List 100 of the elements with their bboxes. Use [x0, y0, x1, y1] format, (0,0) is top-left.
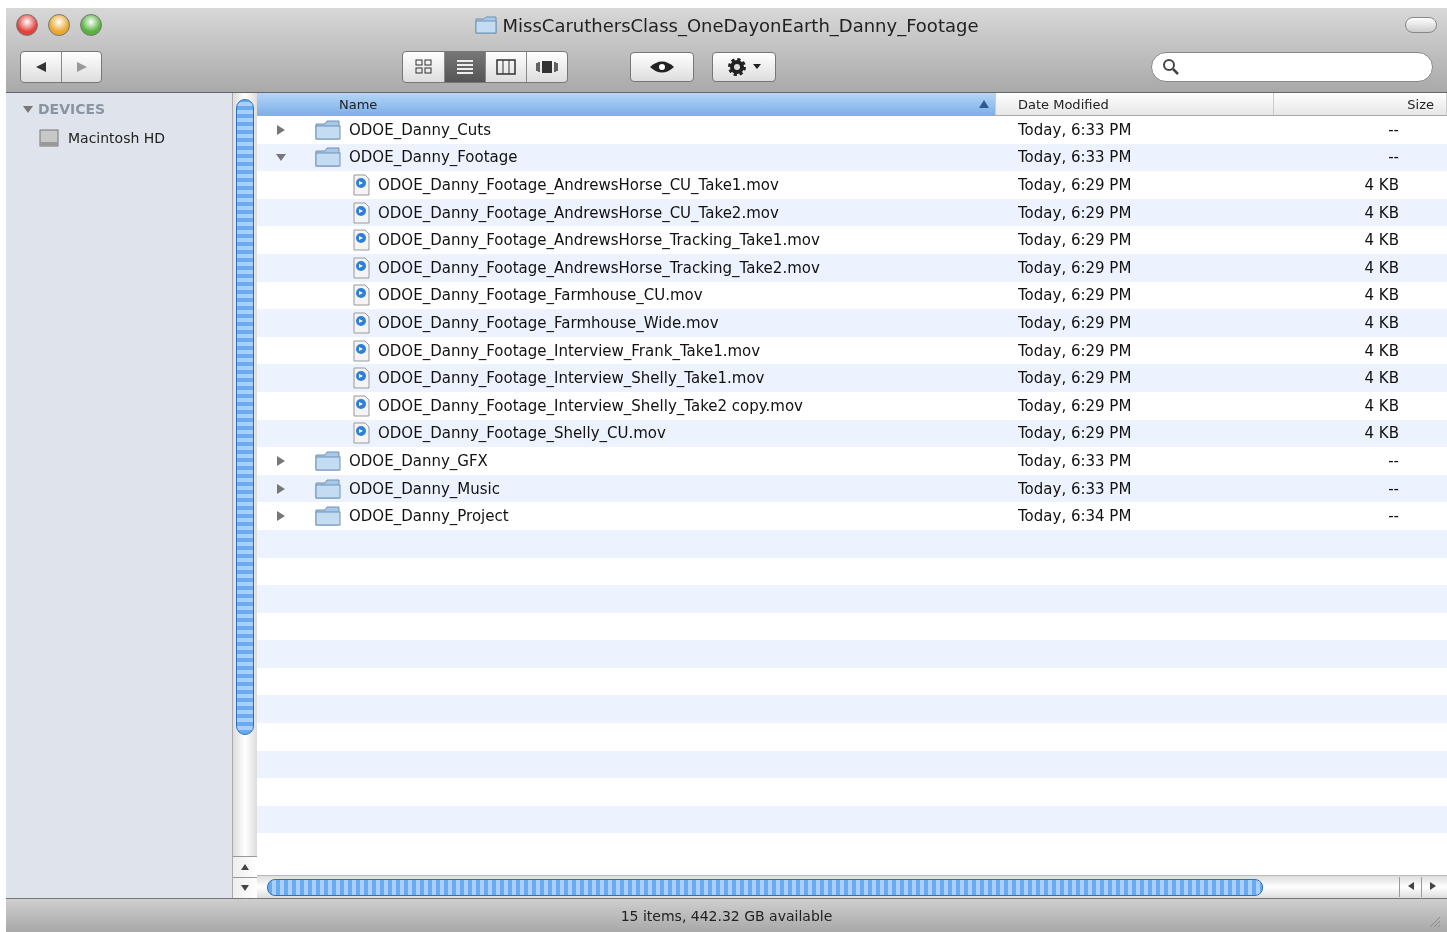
- scroll-thumb[interactable]: [236, 99, 254, 735]
- resize-grip-icon: [1429, 916, 1441, 928]
- size-cell-text: 4 KB: [1363, 230, 1400, 252]
- size-cell-text: 4 KB: [1363, 423, 1400, 445]
- size-cell-text: --: [1387, 119, 1400, 141]
- hard-drive-icon: [38, 127, 60, 149]
- columns-view-icon: [496, 59, 516, 75]
- window-title: MissCaruthersClass_OneDayonEarth_Danny_Footage: [502, 14, 979, 36]
- date-modified-cell-text: Today, 6:29 PM: [1017, 340, 1133, 362]
- date-modified-cell-text: Today, 6:29 PM: [1017, 230, 1133, 252]
- movie-file-icon: [353, 394, 370, 417]
- date-modified-cell-text: Today, 6:29 PM: [1017, 423, 1133, 445]
- zoom-button[interactable]: [80, 14, 102, 36]
- status-text: 15 items, 442.32 GB available: [620, 907, 833, 924]
- vertical-scrollbar[interactable]: [232, 93, 257, 898]
- cover-flow-icon: [536, 59, 558, 75]
- movie-file-icon: [353, 284, 370, 307]
- column-header[interactable]: Size: [1274, 93, 1447, 115]
- movie-file-icon: [353, 339, 370, 362]
- file-name: ODOE_Danny_Project: [349, 507, 509, 526]
- date-modified-cell-text: Today, 6:34 PM: [1017, 506, 1133, 528]
- disclosure-triangle[interactable]: [275, 482, 287, 495]
- minimize-button[interactable]: [48, 14, 70, 36]
- date-modified-cell-text: Today, 6:29 PM: [1017, 395, 1133, 417]
- folder-icon: [315, 450, 341, 471]
- action-menu-button[interactable]: [712, 52, 776, 82]
- date-modified-cell-text: Today, 6:29 PM: [1017, 202, 1133, 224]
- column-header[interactable]: Date Modified: [996, 93, 1274, 115]
- date-modified-cell-text: Today, 6:33 PM: [1017, 147, 1133, 169]
- search-field[interactable]: [1151, 52, 1433, 82]
- date-modified-cell-text: Today, 6:33 PM: [1017, 478, 1133, 500]
- file-name: ODOE_Danny_Footage_Shelly_CU.mov: [378, 424, 666, 443]
- movie-file-icon: [353, 256, 370, 279]
- folder-icon: [474, 16, 497, 34]
- file-name: ODOE_Danny_Footage_Interview_Shelly_Take2 copy.mov: [378, 396, 803, 415]
- size-cell-text: --: [1387, 478, 1400, 500]
- column-header[interactable]: Name: [257, 93, 996, 115]
- view-mode-button[interactable]: [444, 52, 485, 82]
- file-name: ODOE_Danny_Footage_Farmhouse_CU.mov: [378, 286, 703, 305]
- file-name: ODOE_Danny_Footage_AndrewsHorse_Tracking_Take1.mov: [378, 231, 820, 250]
- icon-view-icon: [414, 59, 433, 75]
- file-name: ODOE_Danny_Footage_AndrewsHorse_CU_Take1.mov: [378, 176, 779, 194]
- sort-arrow-icon: [979, 100, 989, 108]
- sidebar-item[interactable]: Macintosh HD: [68, 130, 166, 146]
- size-cell-text: 4 KB: [1363, 340, 1400, 362]
- size-cell-text: 4 KB: [1363, 395, 1400, 417]
- down-arrow-icon: [241, 885, 249, 891]
- eye-icon: [649, 60, 675, 74]
- close-button[interactable]: [16, 14, 38, 36]
- size-cell-text: --: [1387, 506, 1400, 528]
- size-cell-text: 4 KB: [1363, 368, 1400, 390]
- date-modified-cell-text: Today, 6:33 PM: [1017, 450, 1133, 472]
- folder-icon: [315, 119, 341, 140]
- caret-icon: [752, 63, 762, 71]
- folder-icon: [315, 506, 341, 527]
- sidebar-section-heading: DEVICES: [38, 101, 106, 117]
- disclosure-triangle[interactable]: [22, 103, 34, 115]
- date-modified-cell-text: Today, 6:29 PM: [1017, 312, 1133, 334]
- disclosure-triangle[interactable]: [275, 510, 287, 523]
- file-name: ODOE_Danny_Footage_Interview_Frank_Take1.mov: [378, 341, 761, 360]
- file-name: ODOE_Danny_Footage_Farmhouse_Wide.mov: [378, 313, 719, 332]
- scroll-thumb[interactable]: [267, 878, 1263, 896]
- up-arrow-icon: [241, 864, 249, 870]
- file-name: ODOE_Danny_Footage_Interview_Shelly_Take1.mov: [378, 369, 765, 388]
- file-name: ODOE_Danny_Cuts: [349, 120, 491, 139]
- movie-file-icon: [353, 174, 370, 196]
- file-name: ODOE_Danny_Footage_AndrewsHorse_CU_Take2.mov: [378, 203, 779, 222]
- size-cell-text: 4 KB: [1363, 312, 1400, 334]
- size-cell-text: --: [1387, 147, 1400, 169]
- horizontal-scrollbar[interactable]: [257, 875, 1447, 898]
- disclosure-triangle[interactable]: [275, 123, 287, 136]
- folder-icon: [315, 147, 341, 168]
- movie-file-icon: [353, 422, 370, 445]
- size-cell-text: 4 KB: [1363, 175, 1400, 196]
- toolbar-toggle-button[interactable]: [1405, 17, 1437, 33]
- right-arrow-icon: [1429, 882, 1436, 890]
- folder-icon: [315, 478, 341, 499]
- file-name: ODOE_Danny_Music: [349, 479, 500, 498]
- size-cell-text: --: [1387, 450, 1400, 472]
- file-name: ODOE_Danny_Footage: [349, 148, 518, 167]
- disclosure-triangle[interactable]: [275, 454, 287, 467]
- forward-icon: [75, 61, 88, 73]
- search-icon: [1162, 58, 1180, 76]
- date-modified-cell-text: Today, 6:29 PM: [1017, 285, 1133, 307]
- date-modified-cell-text: Today, 6:29 PM: [1017, 257, 1133, 279]
- gear-icon: [726, 56, 748, 78]
- scroll-up-button[interactable]: [233, 856, 257, 877]
- size-cell-text: 4 KB: [1363, 202, 1400, 224]
- date-modified-cell-text: Today, 6:29 PM: [1017, 368, 1133, 390]
- view-mode-control[interactable]: [402, 51, 568, 83]
- date-modified-cell-text: Today, 6:33 PM: [1017, 119, 1133, 141]
- left-arrow-icon: [1407, 882, 1414, 890]
- scroll-down-button[interactable]: [233, 877, 257, 898]
- quick-look-button[interactable]: [630, 52, 694, 82]
- file-name: ODOE_Danny_GFX: [349, 451, 488, 470]
- size-cell-text: 4 KB: [1363, 285, 1400, 307]
- movie-file-icon: [353, 201, 370, 224]
- navigation-control[interactable]: [20, 51, 102, 83]
- date-modified-cell-text: Today, 6:29 PM: [1017, 175, 1133, 196]
- list-view-icon: [456, 59, 474, 75]
